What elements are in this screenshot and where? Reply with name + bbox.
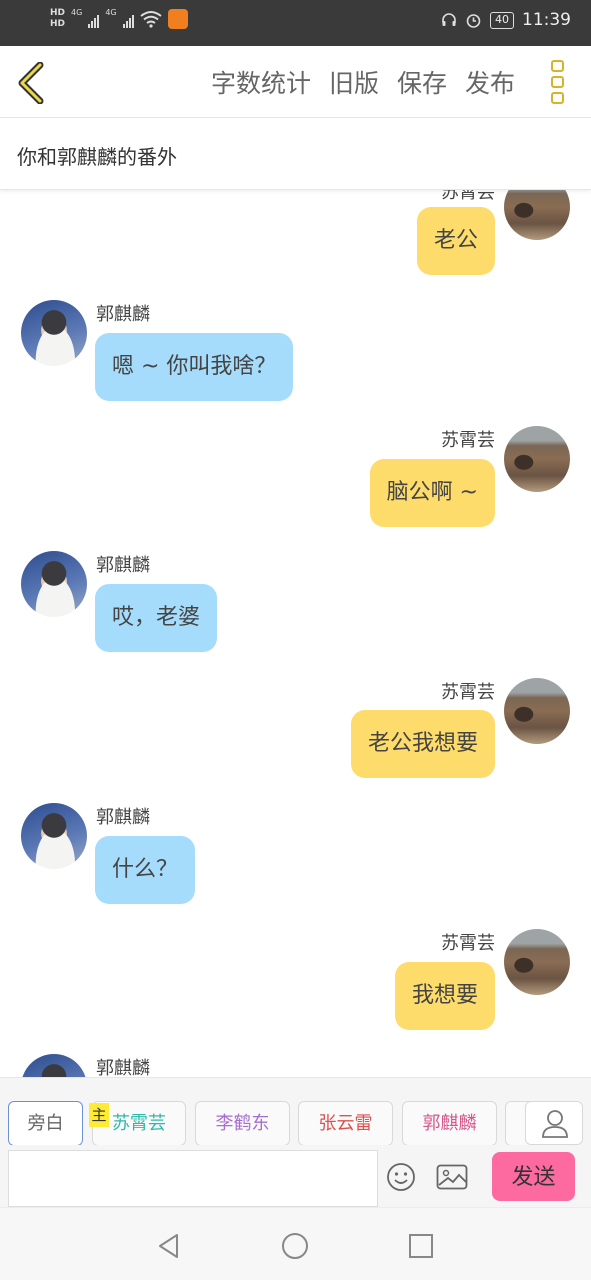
role-label: 苏霄芸: [112, 1113, 166, 1134]
message-bubble[interactable]: 嗯 ~ 你叫我啥？: [95, 333, 294, 401]
headphones-icon: [442, 13, 456, 26]
sender-name: 苏霄芸: [441, 430, 495, 451]
message-bubble[interactable]: 我想要: [394, 962, 495, 1030]
status-time: 11:39: [522, 10, 571, 30]
system-navigation-bar: [0, 1207, 591, 1280]
save-button[interactable]: 保存: [397, 64, 447, 100]
role-zhang-yunlei[interactable]: 张云雷: [298, 1101, 393, 1145]
sender-name: 苏霄芸: [441, 190, 495, 203]
character-select-button[interactable]: [525, 1101, 583, 1145]
status-right: 40 11:39: [441, 10, 571, 30]
role-label: 李鹤东: [215, 1113, 270, 1134]
network-type-1: 4G: [71, 8, 83, 17]
back-arrow-icon[interactable]: [14, 62, 48, 104]
top-toolbar: 字数统计 旧版 保存 发布: [0, 46, 591, 118]
avatar[interactable]: [21, 1054, 87, 1077]
message-bubble[interactable]: 什么？: [95, 836, 196, 904]
story-title: 你和郭麒麟的番外: [17, 145, 177, 169]
message-bubble[interactable]: 脑公啊 ~: [369, 459, 495, 527]
emoji-icon[interactable]: [386, 1162, 416, 1192]
old-version-button[interactable]: 旧版: [329, 64, 379, 100]
role-label: 旁白: [27, 1113, 64, 1134]
avatar[interactable]: [504, 426, 570, 492]
publish-button[interactable]: 发布: [465, 64, 515, 100]
role-narration[interactable]: 旁白: [8, 1101, 83, 1145]
hd-indicator-1: HD: [50, 8, 66, 18]
message-bubble[interactable]: 老公: [416, 207, 495, 275]
role-label: 张云雷: [318, 1113, 373, 1134]
image-icon[interactable]: [436, 1164, 468, 1190]
sender-name: 郭麒麟: [96, 1058, 150, 1077]
avatar[interactable]: [504, 678, 570, 744]
battery-indicator: 40: [490, 11, 514, 29]
word-count-button[interactable]: 字数统计: [211, 64, 311, 100]
signal-icon-2: [122, 10, 134, 28]
status-bar: HD HD 4G 4G 40 11:39: [0, 0, 591, 46]
status-left: HD HD 4G 4G: [50, 8, 188, 30]
sender-name: 郭麒麟: [96, 304, 150, 325]
avatar[interactable]: [21, 300, 87, 366]
sender-name: 郭麒麟: [96, 555, 150, 576]
signal-icon: [88, 10, 100, 28]
message-input[interactable]: [8, 1150, 378, 1207]
sender-name: 郭麒麟: [96, 807, 150, 828]
main-role-tag: 主: [89, 1103, 109, 1127]
message-bubble[interactable]: 哎，老婆: [95, 584, 218, 652]
network-type-2: 4G: [105, 8, 117, 17]
more-menu-icon[interactable]: [551, 60, 565, 104]
nav-home-icon[interactable]: [281, 1232, 309, 1260]
avatar[interactable]: [21, 551, 87, 617]
send-button[interactable]: 发送: [492, 1152, 575, 1201]
message-input-bar: 发送: [0, 1145, 591, 1207]
role-selector-bar: 旁白 主 苏霄芸 李鹤东 张云雷 郭麒麟: [0, 1077, 591, 1145]
wifi-icon: [139, 11, 162, 28]
header-actions: 字数统计 旧版 保存 发布: [211, 64, 515, 100]
avatar[interactable]: [21, 803, 87, 869]
alarm-icon: [466, 13, 481, 28]
story-title-bar[interactable]: 你和郭麒麟的番外: [0, 118, 591, 190]
sender-name: 苏霄芸: [441, 933, 495, 954]
sender-name: 苏霄芸: [441, 682, 495, 703]
avatar[interactable]: [504, 929, 570, 995]
hd-indicators: HD HD: [50, 8, 65, 30]
chat-area[interactable]: 苏霄芸 老公 郭麒麟 嗯 ~ 你叫我啥？ 苏霄芸 脑公啊 ~ 郭麒麟 哎，老婆 …: [0, 190, 591, 1077]
nav-recents-icon[interactable]: [407, 1232, 435, 1260]
uc-browser-icon: [167, 9, 188, 29]
role-guo-qilin[interactable]: 郭麒麟: [402, 1101, 497, 1145]
person-icon: [542, 1110, 568, 1138]
avatar[interactable]: [504, 190, 570, 240]
nav-back-icon[interactable]: [155, 1232, 183, 1260]
role-li-hedong[interactable]: 李鹤东: [195, 1101, 290, 1145]
message-bubble[interactable]: 老公我想要: [350, 710, 495, 778]
hd-indicator-2: HD: [50, 19, 66, 29]
role-label: 郭麒麟: [422, 1113, 477, 1134]
